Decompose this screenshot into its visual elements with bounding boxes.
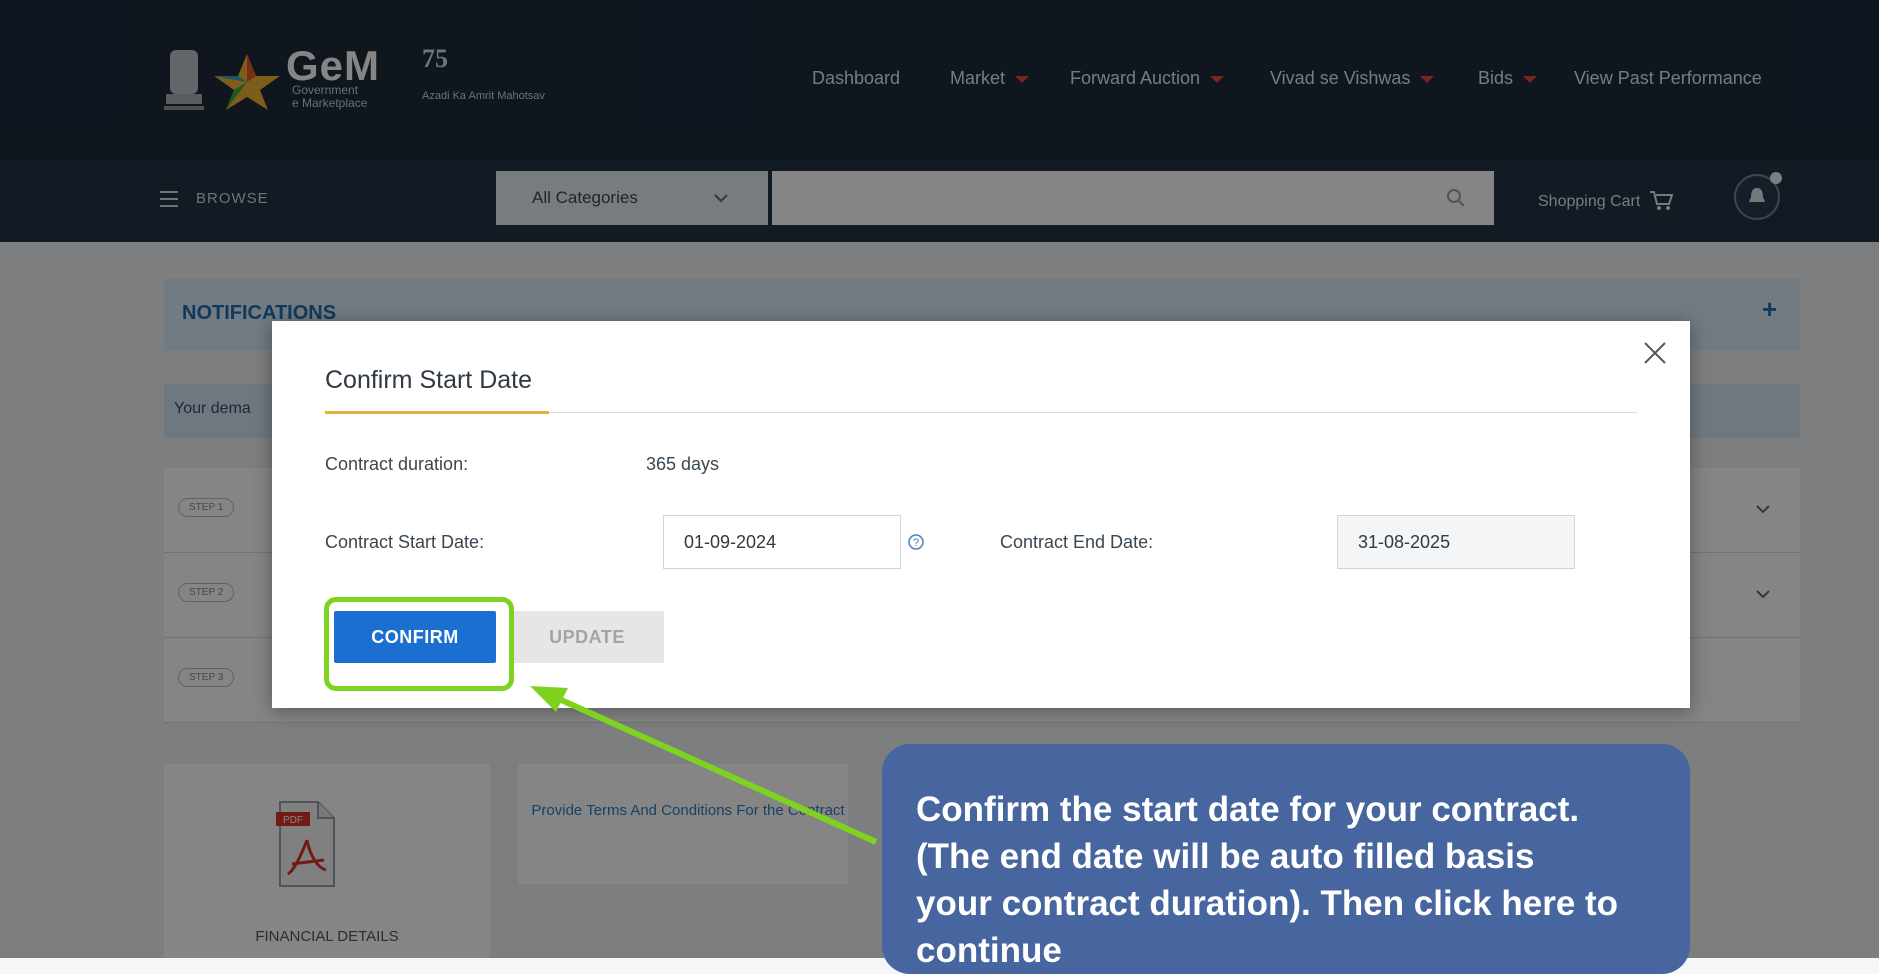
tooltip-line: your contract duration). Then click here…: [916, 884, 1619, 923]
modal-title: Confirm Start Date: [325, 366, 533, 394]
end-date-label: Contract End Date:: [1000, 532, 1154, 552]
tooltip-line: Confirm the start date for your contract…: [916, 790, 1580, 829]
help-icon[interactable]: ?: [906, 532, 926, 552]
update-button[interactable]: UPDATE: [510, 611, 664, 663]
close-icon[interactable]: [1640, 338, 1670, 368]
instruction-tooltip: Confirm the start date for your contract…: [882, 744, 1690, 974]
tooltip-line: continue: [916, 931, 1062, 970]
end-date-input: [1337, 515, 1575, 569]
contract-duration-label: Contract duration:: [325, 454, 469, 474]
start-date-input[interactable]: [663, 515, 901, 569]
svg-text:?: ?: [913, 537, 919, 549]
title-accent-underline: [325, 411, 549, 414]
confirm-highlight-box: [324, 597, 514, 691]
contract-duration-value: 365 days: [646, 454, 720, 474]
tooltip-line: (The end date will be auto filled basis: [916, 837, 1535, 876]
start-date-label: Contract Start Date:: [325, 532, 485, 552]
